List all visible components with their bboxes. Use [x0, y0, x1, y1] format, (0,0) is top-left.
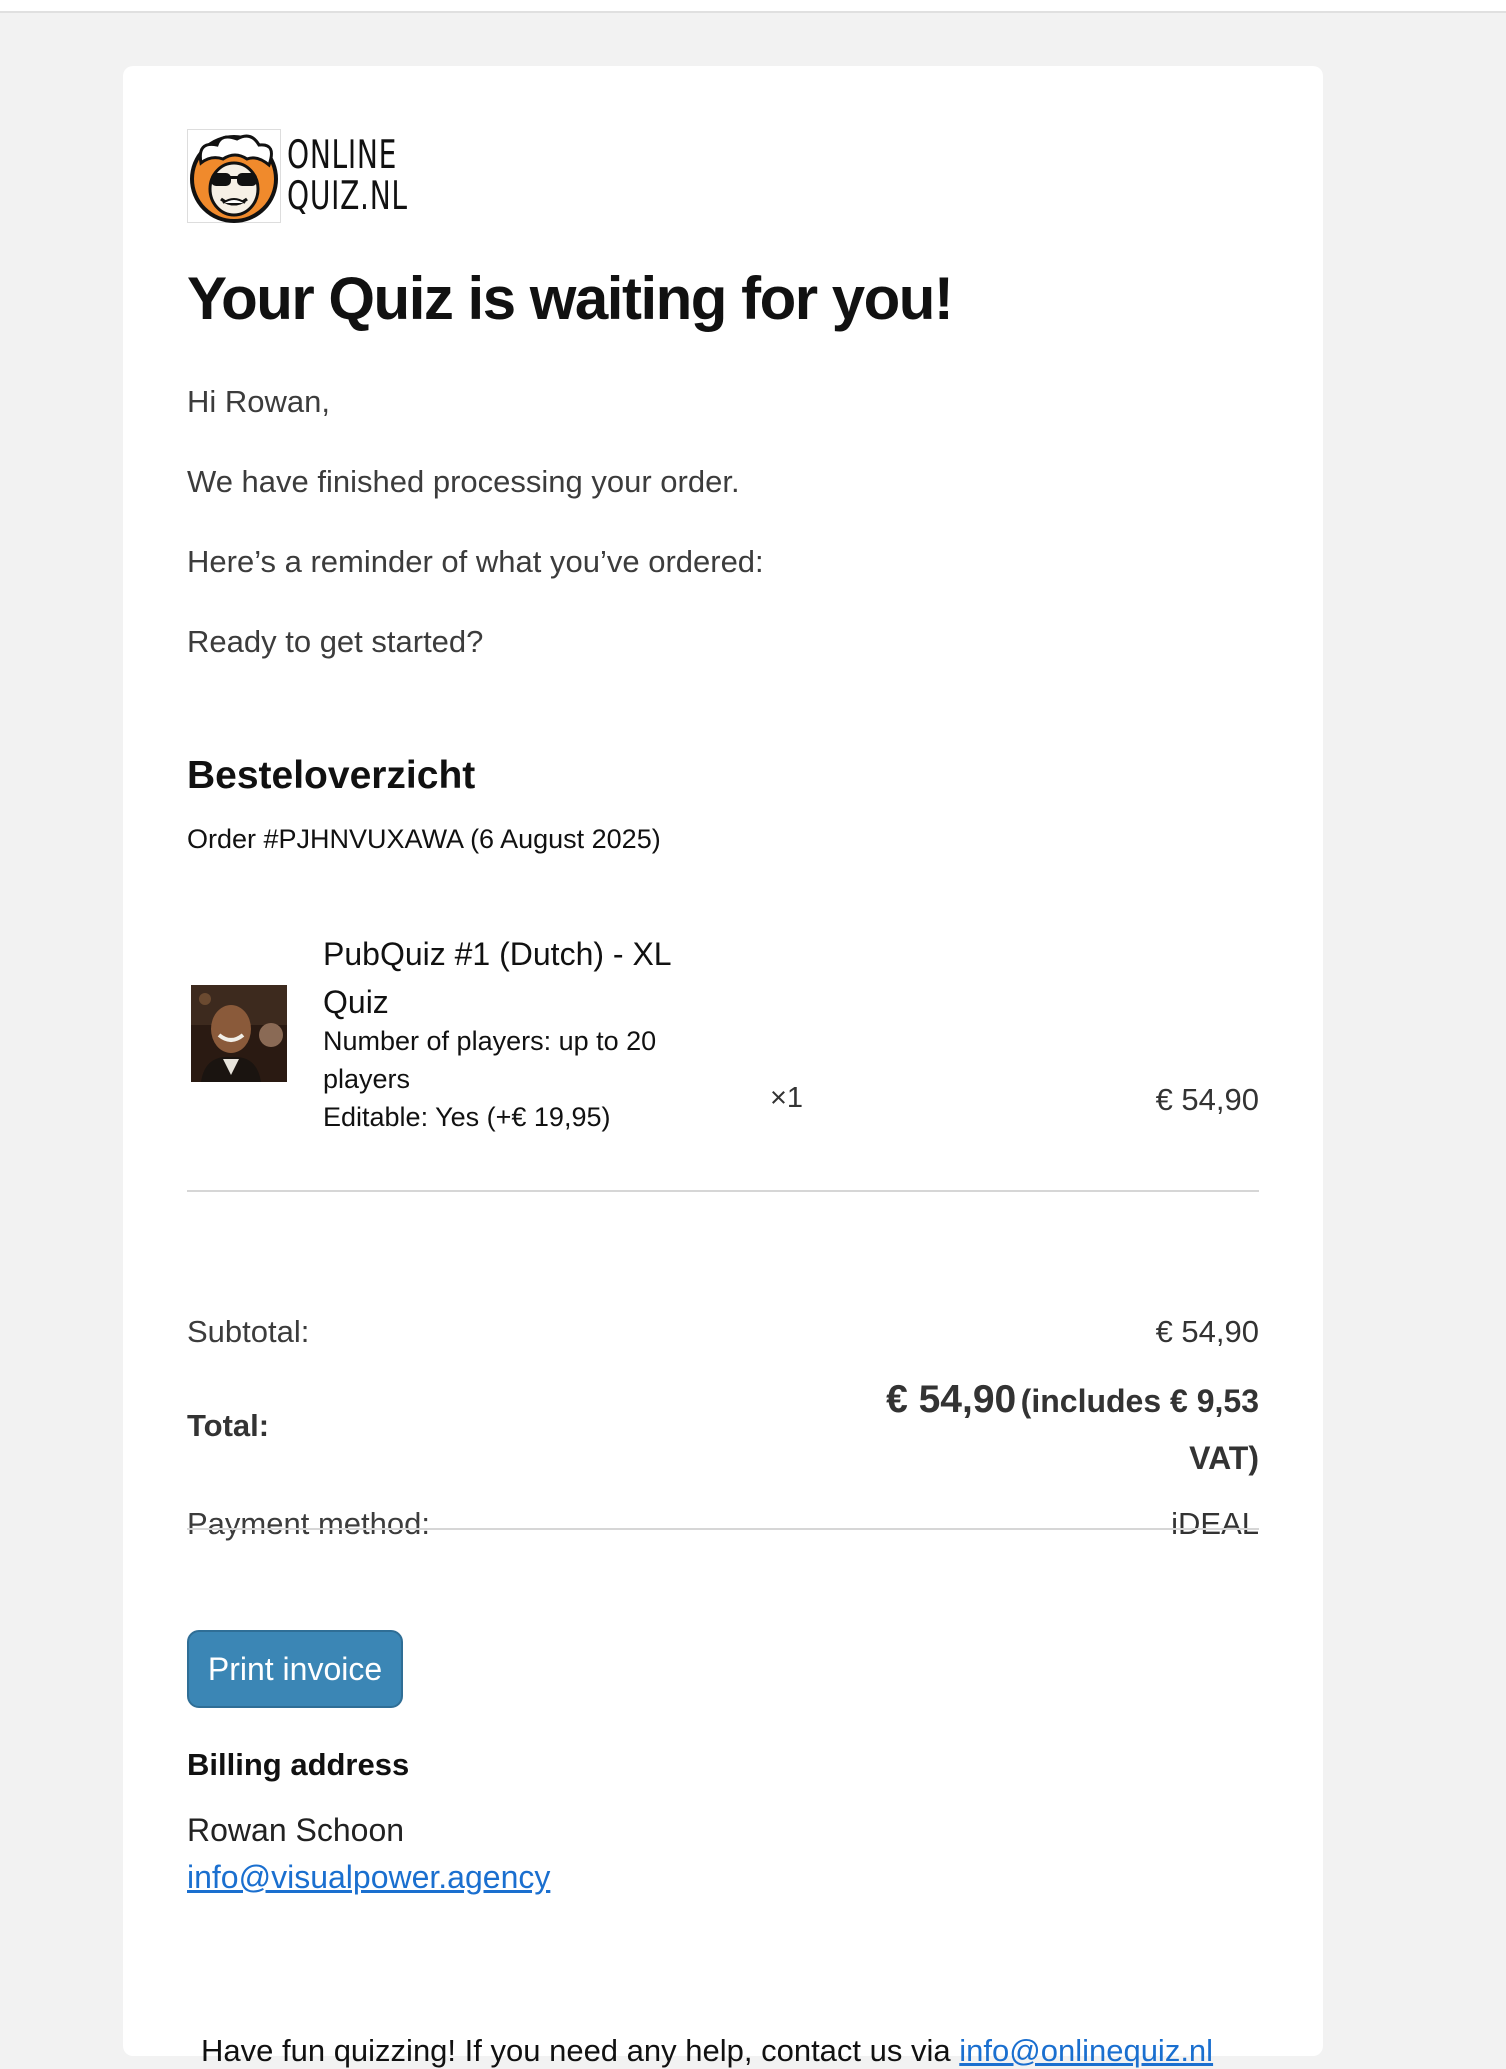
product-players: Number of players: up to 20 players [323, 1026, 657, 1094]
logo-wordmark: ONLINE QUIZ.NL [287, 135, 408, 217]
footer-text: Have fun quizzing! If you need any help,… [201, 2033, 1213, 2069]
total-label: Total: [187, 1408, 270, 1443]
product-editable: Editable: Yes (+€ 19,95) [323, 1102, 611, 1132]
logo[interactable]: ONLINE QUIZ.NL [187, 128, 455, 224]
product-quantity: ×1 [770, 1082, 804, 1114]
reminder-text: Here’s a reminder of what you’ve ordered… [187, 544, 764, 579]
quiz-mascot-icon [187, 129, 281, 223]
page-title: Your Quiz is waiting for you! [187, 265, 954, 332]
order-number: Order #PJHNVUXAWA (6 August 2025) [187, 824, 661, 854]
order-summary-title: Besteloverzicht [187, 754, 476, 797]
billing-address-title: Billing address [187, 1747, 410, 1782]
product-meta: Number of players: up to 20 players Edit… [323, 1022, 723, 1136]
payment-method-label: Payment method: [187, 1506, 430, 1541]
print-invoice-button[interactable]: Print invoice [187, 1630, 403, 1708]
total-amount: € 54,90 [886, 1378, 1017, 1421]
subtotal-value: € 54,90 [1155, 1314, 1259, 1349]
product-price: € 54,90 [1155, 1082, 1259, 1117]
divider [187, 1528, 1259, 1530]
top-bar [0, 0, 1506, 13]
payment-method-value: iDEAL [1171, 1506, 1259, 1541]
logo-line-1: ONLINE [287, 133, 398, 178]
greeting-text: Hi Rowan, [187, 384, 330, 419]
subtotal-label: Subtotal: [187, 1314, 310, 1349]
billing-email-link[interactable]: info@visualpower.agency [187, 1859, 550, 1896]
email-card: ONLINE QUIZ.NL Your Quiz is waiting for … [123, 66, 1323, 2068]
total-vat-note: (includes € 9,53 VAT) [1020, 1383, 1259, 1476]
prompt-text: Ready to get started? [187, 624, 484, 659]
message-text: We have finished processing your order. [187, 464, 740, 499]
footer-message: Have fun quizzing! If you need any help,… [201, 2033, 951, 2068]
product-thumbnail [191, 985, 287, 1082]
product-name: PubQuiz #1 (Dutch) - XL Quiz [323, 936, 671, 1020]
billing-name: Rowan Schoon [187, 1812, 405, 1848]
logo-line-2: QUIZ.NL [287, 174, 408, 219]
total-value: € 54,90 (includes € 9,53 VAT) [819, 1374, 1259, 1490]
divider [187, 1190, 1259, 1192]
footer-email-link[interactable]: info@onlinequiz.nl [959, 2033, 1213, 2068]
